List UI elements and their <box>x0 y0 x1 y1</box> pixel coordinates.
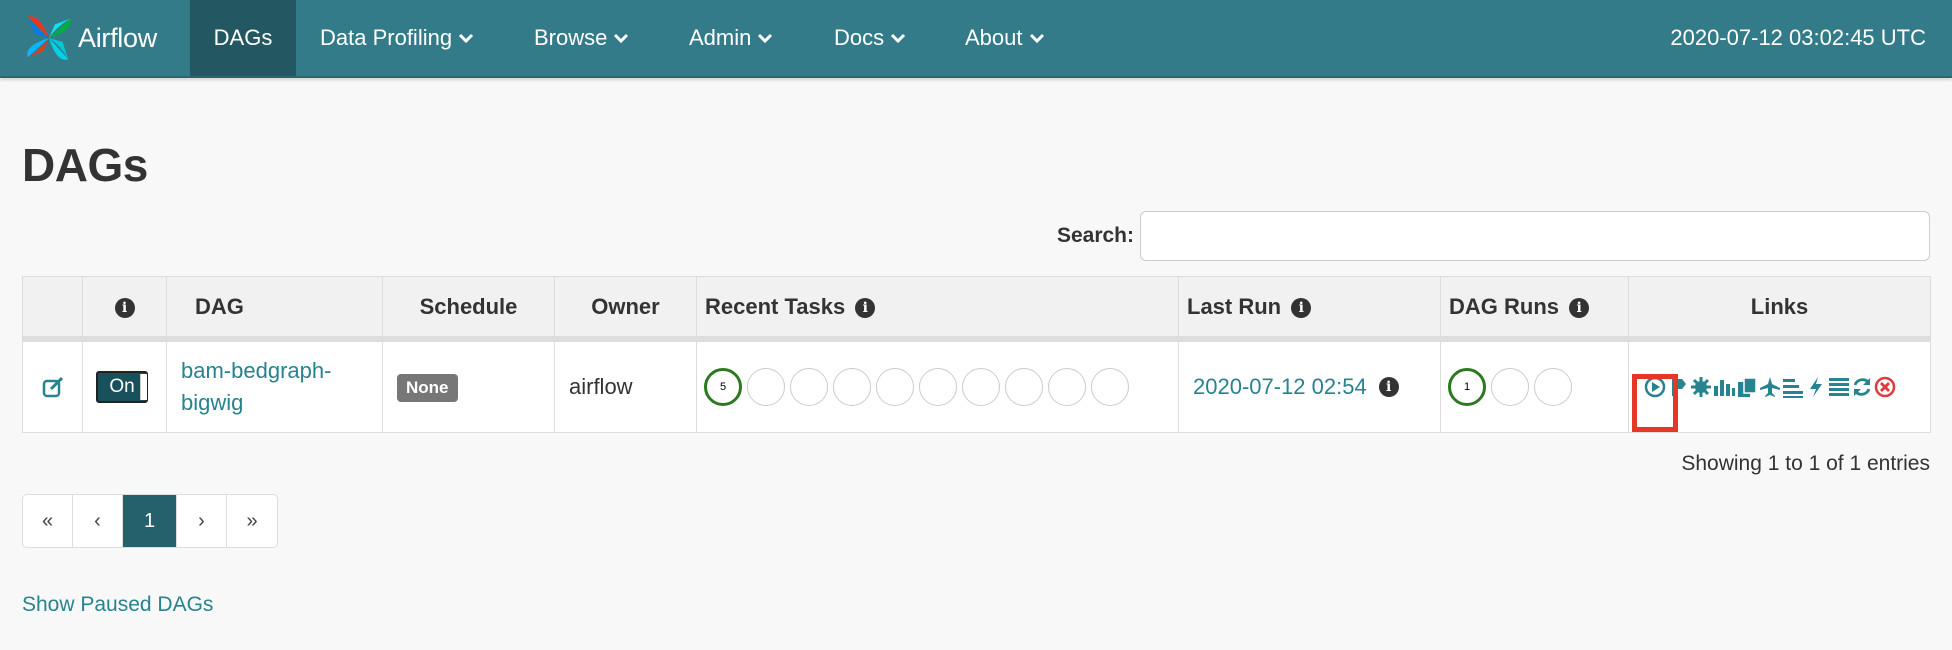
header-owner[interactable]: Owner <box>554 276 697 342</box>
schedule-badge: None <box>397 373 458 402</box>
info-icon[interactable]: i <box>1569 297 1590 318</box>
task-tries-icon[interactable] <box>1736 376 1758 398</box>
chevron-down-icon <box>758 33 773 44</box>
search-input[interactable] <box>1140 211 1930 261</box>
pagination-previous[interactable]: ‹ <box>73 495 123 547</box>
code-view-icon[interactable] <box>1805 376 1827 398</box>
last-run-link[interactable]: 2020-07-12 02:54 <box>1193 374 1367 400</box>
task-state-circle[interactable] <box>833 368 871 406</box>
nav-data-profiling-label: Data Profiling <box>320 25 453 50</box>
chevron-down-icon <box>891 33 906 44</box>
nav-dags-label: DAGs <box>213 25 273 50</box>
nav-admin[interactable]: Admin <box>665 0 797 76</box>
table-header-row: i DAG Schedule Owner Recent Tasks i Last… <box>22 276 1931 342</box>
info-icon[interactable]: i <box>1291 297 1312 318</box>
table-row: On bam-bedgraph-bigwig None airflow 5 20… <box>22 338 1931 433</box>
last-run-cell: 2020-07-12 02:54 i <box>1178 338 1441 433</box>
task-state-circle[interactable] <box>1091 368 1129 406</box>
top-navbar: Airflow DAGs Data Profiling Browse Admin… <box>0 0 1952 78</box>
header-toggle: i <box>82 276 167 342</box>
task-state-circle[interactable] <box>876 368 914 406</box>
nav-docs[interactable]: Docs <box>810 0 930 76</box>
owner-cell: airflow <box>554 338 697 433</box>
nav-about-label: About <box>965 25 1023 50</box>
brand-text: Airflow <box>78 22 157 53</box>
nav-browse[interactable]: Browse <box>510 0 653 76</box>
header-recent-tasks: Recent Tasks i <box>696 276 1179 342</box>
recent-tasks-cell: 5 <box>696 338 1179 433</box>
dag-run-circle[interactable] <box>1491 368 1529 406</box>
dag-run-success[interactable]: 1 <box>1448 368 1486 406</box>
toggle-cell: On <box>82 338 167 433</box>
dag-runs-cell: 1 <box>1440 338 1629 433</box>
nav-dags[interactable]: DAGs <box>190 0 296 76</box>
server-time: 2020-07-12 03:02:45 UTC <box>1670 25 1926 50</box>
chevron-down-icon <box>1029 33 1044 44</box>
dag-toggle[interactable]: On <box>96 371 148 403</box>
chevron-down-icon <box>614 33 629 44</box>
nav-admin-label: Admin <box>689 25 752 50</box>
task-state-circle[interactable] <box>747 368 785 406</box>
pagination-next[interactable]: › <box>177 495 227 547</box>
pagination: « ‹ 1 › » <box>22 494 278 548</box>
nav-browse-label: Browse <box>534 25 608 50</box>
pagination-first[interactable]: « <box>23 495 73 547</box>
airflow-logo-icon <box>27 16 71 60</box>
info-icon[interactable]: i <box>1378 377 1399 397</box>
task-state-circle[interactable] <box>790 368 828 406</box>
entries-info: Showing 1 to 1 of 1 entries <box>1681 452 1930 475</box>
highlight-box <box>1632 374 1678 432</box>
page-title: DAGs <box>22 139 148 191</box>
owner-text: airflow <box>569 374 633 399</box>
header-schedule[interactable]: Schedule <box>382 276 555 342</box>
nav-docs-label: Docs <box>834 25 885 50</box>
task-duration-icon[interactable] <box>1713 376 1735 398</box>
task-state-circle[interactable] <box>919 368 957 406</box>
search-label: Search: <box>1056 224 1134 247</box>
search-bar: Search: <box>1057 211 1930 261</box>
header-edit <box>22 276 83 342</box>
task-state-circle[interactable] <box>1005 368 1043 406</box>
nav-data-profiling[interactable]: Data Profiling <box>296 0 498 76</box>
landing-times-icon[interactable] <box>1759 376 1781 398</box>
gantt-icon[interactable] <box>1782 376 1804 398</box>
dag-cell: bam-bedgraph-bigwig <box>166 338 383 433</box>
graph-view-icon[interactable] <box>1690 376 1712 398</box>
dag-run-circle[interactable] <box>1534 368 1572 406</box>
brand-link[interactable]: Airflow <box>20 8 157 68</box>
task-state-success[interactable]: 5 <box>704 368 742 406</box>
pagination-page-1[interactable]: 1 <box>123 495 177 547</box>
edit-icon[interactable] <box>41 375 65 399</box>
schedule-cell: None <box>382 338 555 433</box>
pagination-last[interactable]: » <box>227 495 277 547</box>
logs-icon[interactable] <box>1828 376 1850 398</box>
dag-link[interactable]: bam-bedgraph-bigwig <box>168 355 381 419</box>
chevron-down-icon <box>459 33 474 44</box>
header-dag-runs: DAG Runs i <box>1440 276 1629 342</box>
header-dag[interactable]: DAG <box>166 276 383 342</box>
links-cell <box>1628 338 1931 433</box>
dags-table: i DAG Schedule Owner Recent Tasks i Last… <box>22 276 1931 433</box>
edit-cell <box>22 338 83 433</box>
task-state-circle[interactable] <box>1048 368 1086 406</box>
refresh-icon[interactable] <box>1851 376 1873 398</box>
info-icon[interactable]: i <box>114 297 135 318</box>
task-state-circle[interactable] <box>962 368 1000 406</box>
info-icon[interactable]: i <box>855 297 876 318</box>
show-paused-dags-link[interactable]: Show Paused DAGs <box>22 593 213 617</box>
delete-icon[interactable] <box>1874 376 1896 398</box>
header-last-run: Last Run i <box>1178 276 1441 342</box>
nav-about[interactable]: About <box>941 0 1069 76</box>
header-links: Links <box>1628 276 1931 342</box>
